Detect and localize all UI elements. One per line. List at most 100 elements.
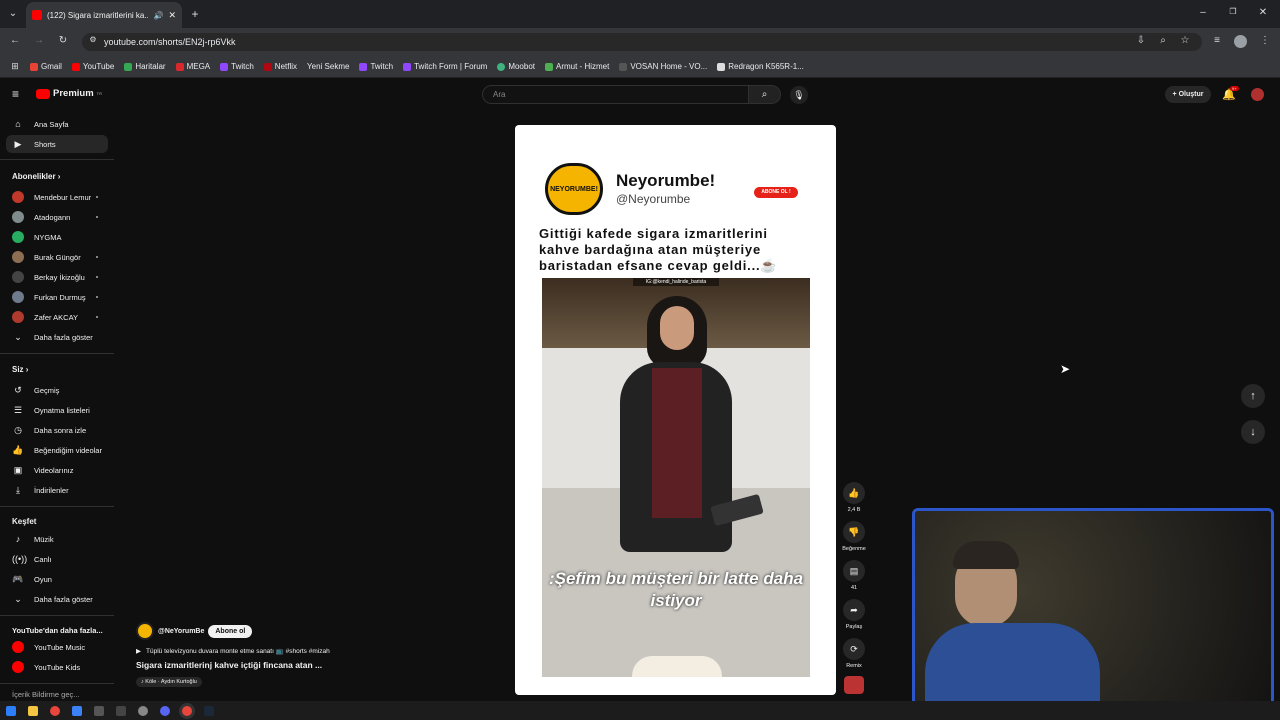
browser-tab[interactable]: (122) Sigara izmaritlerini ka... 🔊 ✕ (26, 2, 182, 28)
app-icon[interactable] (116, 705, 126, 716)
bookmark-star-icon[interactable]: ☆ (1178, 35, 1192, 46)
sound-thumbnail-image (844, 676, 864, 694)
apps-grid-icon[interactable]: ⊞ (8, 61, 22, 72)
discord-icon[interactable] (160, 705, 170, 716)
sidebar-item-watch-later[interactable]: ◷ Daha sonra izle (6, 421, 108, 439)
bookmark-redragon[interactable]: Redragon K565R-1... (717, 62, 804, 71)
video-frame (542, 278, 810, 677)
obs-icon[interactable] (138, 705, 148, 716)
bookmark-moobot[interactable]: Moobot (497, 62, 535, 71)
related-video-link[interactable]: ▶ Tüplü televizyonu duvara monte etme san… (136, 647, 386, 655)
sidebar-item-your-videos[interactable]: ▣ Videolarınız (6, 461, 108, 479)
bookmark-twitch[interactable]: Twitch (220, 62, 254, 71)
gmail-icon (30, 62, 38, 71)
restore-icon[interactable]: ❐ (1226, 7, 1240, 16)
next-short-button[interactable]: ↓ (1241, 420, 1265, 444)
sidebar-sub-item[interactable]: Atadogann (6, 208, 108, 226)
comments-button[interactable]: ▤ 41 (838, 560, 870, 591)
sound-thumbnail[interactable] (838, 676, 870, 694)
menu-dots-icon[interactable]: ⋮ (1258, 35, 1272, 46)
search-button[interactable]: ⌕ (749, 85, 781, 104)
share-button[interactable]: ➦ Paylaş (838, 599, 870, 630)
app-icon[interactable] (94, 705, 104, 716)
voice-search-icon[interactable]: 🎙 (790, 86, 808, 104)
bookmark-new-tab[interactable]: Yeni Sekme (307, 62, 349, 71)
bookmark-twitch-forum[interactable]: Twitch Form | Forum (403, 62, 487, 71)
app-icon[interactable] (72, 705, 82, 716)
minimize-icon[interactable]: – (1196, 7, 1210, 18)
dislike-button[interactable]: 👎 Beğenme (838, 521, 870, 552)
bookmark-vosan[interactable]: VOSAN Home - VO... (619, 62, 707, 71)
window-close-icon[interactable]: ✕ (1256, 7, 1270, 18)
bookmark-youtube[interactable]: YouTube (71, 62, 114, 71)
subscriptions-heading[interactable]: Abonelikler › (12, 172, 60, 181)
sidebar-item-shorts[interactable]: ▶ Shorts (6, 135, 108, 153)
sidebar-item-history[interactable]: ↺ Geçmiş (6, 381, 108, 399)
share-icon: ➦ (843, 599, 865, 621)
bookmark-mega[interactable]: MEGA (175, 62, 210, 71)
create-button[interactable]: + Oluştur (1165, 86, 1211, 103)
previous-short-button[interactable]: ↑ (1241, 384, 1265, 408)
bookmarks-bar: Gmail YouTube Haritalar MEGA Twitch Netf… (0, 56, 1280, 78)
site-info-icon[interactable]: ⚙ (86, 35, 100, 44)
music-chip[interactable]: ♪ Köle · Aydın Kurtoğlu (136, 677, 202, 687)
bookmark-maps[interactable]: Haritalar (124, 62, 166, 71)
bookmark-twitch-2[interactable]: Twitch (359, 62, 393, 71)
youtube-premium-logo[interactable]: Premium TR (36, 88, 102, 99)
sidebar-item-home[interactable]: ⌂ Ana Sayfa (6, 115, 108, 133)
avatar (12, 251, 24, 263)
remix-button[interactable]: ⟳ Remix (838, 638, 870, 669)
tab-close-icon[interactable]: ✕ (168, 10, 176, 21)
you-heading[interactable]: Siz › (12, 365, 28, 374)
install-icon[interactable]: ⇩ (1134, 35, 1148, 46)
search-input[interactable]: Ara (482, 85, 749, 104)
notification-badge: 9+ (1230, 86, 1239, 91)
bookmark-gmail[interactable]: Gmail (30, 62, 62, 71)
redragon-icon (717, 62, 726, 71)
sidebar-sub-item[interactable]: Mendebur Lemur (6, 188, 108, 206)
sidebar-item-gaming[interactable]: 🎮 Oyun (6, 570, 108, 588)
sidebar-sub-item[interactable]: Zafer AKCAY (6, 308, 108, 326)
sidebar-item-playlists[interactable]: ☰ Oynatma listeleri (6, 401, 108, 419)
chrome-active-icon[interactable] (182, 705, 192, 716)
sidebar-sub-item[interactable]: NYGMA (6, 228, 108, 246)
meta-channel-name[interactable]: @NeYorumBe (158, 628, 204, 635)
profile-avatar[interactable] (1234, 35, 1247, 48)
audio-icon[interactable]: 🔊 (153, 11, 163, 20)
gamepad-icon: 🎮 (12, 573, 24, 584)
sidebar-item-live[interactable]: ((•)) Canlı (6, 550, 108, 568)
file-explorer-icon[interactable] (28, 705, 38, 716)
account-avatar[interactable] (1251, 88, 1264, 101)
sidebar-explore-more[interactable]: ⌄ Daha fazla göster (6, 590, 108, 608)
zoom-icon[interactable]: ⌕ (1156, 35, 1170, 46)
channel-avatar[interactable] (136, 622, 154, 640)
media-control-icon[interactable]: ≡ (1210, 35, 1224, 46)
bookmark-netflix[interactable]: Netflix (263, 62, 297, 71)
back-icon[interactable]: ← (8, 35, 22, 46)
sidebar-show-more[interactable]: ⌄ Daha fazla göster (6, 328, 108, 346)
reload-icon[interactable]: ↻ (56, 35, 70, 46)
sidebar-sub-item[interactable]: Berkay İkizoğlu (6, 268, 108, 286)
sidebar-item-music[interactable]: ♪ Müzik (6, 530, 108, 548)
mega-icon (175, 62, 184, 71)
steam-icon[interactable] (204, 705, 214, 716)
sidebar-item-yt-kids[interactable]: YouTube Kids (6, 658, 108, 676)
twitch-forum-icon (403, 62, 412, 71)
divider (0, 353, 114, 354)
address-bar[interactable]: youtube.com/shorts/EN2j-rp6Vkk (82, 33, 1202, 51)
forward-icon[interactable]: → (32, 35, 46, 46)
like-button[interactable]: 👍 2,4 B (838, 482, 870, 513)
chrome-icon[interactable] (50, 705, 60, 716)
bookmark-armut[interactable]: Armut - Hizmet (545, 62, 609, 71)
sidebar-item-report[interactable]: İçerik Bildirme geç... (6, 689, 108, 699)
sidebar-sub-item[interactable]: Furkan Durmuş (6, 288, 108, 306)
tab-search-icon[interactable]: ⌄ (6, 8, 20, 19)
new-tab-icon[interactable]: + (188, 7, 202, 21)
hamburger-menu-icon[interactable]: ≡ (12, 88, 19, 100)
sidebar-item-liked[interactable]: 👍 Beğendiğim videolar (6, 441, 108, 459)
sidebar-item-downloads[interactable]: ⤓ İndirilenler (6, 481, 108, 499)
windows-start-icon[interactable] (6, 705, 16, 716)
sidebar-item-yt-music[interactable]: YouTube Music (6, 638, 108, 656)
sidebar-sub-item[interactable]: Burak Güngör (6, 248, 108, 266)
subscribe-button[interactable]: Abone ol (208, 624, 253, 638)
